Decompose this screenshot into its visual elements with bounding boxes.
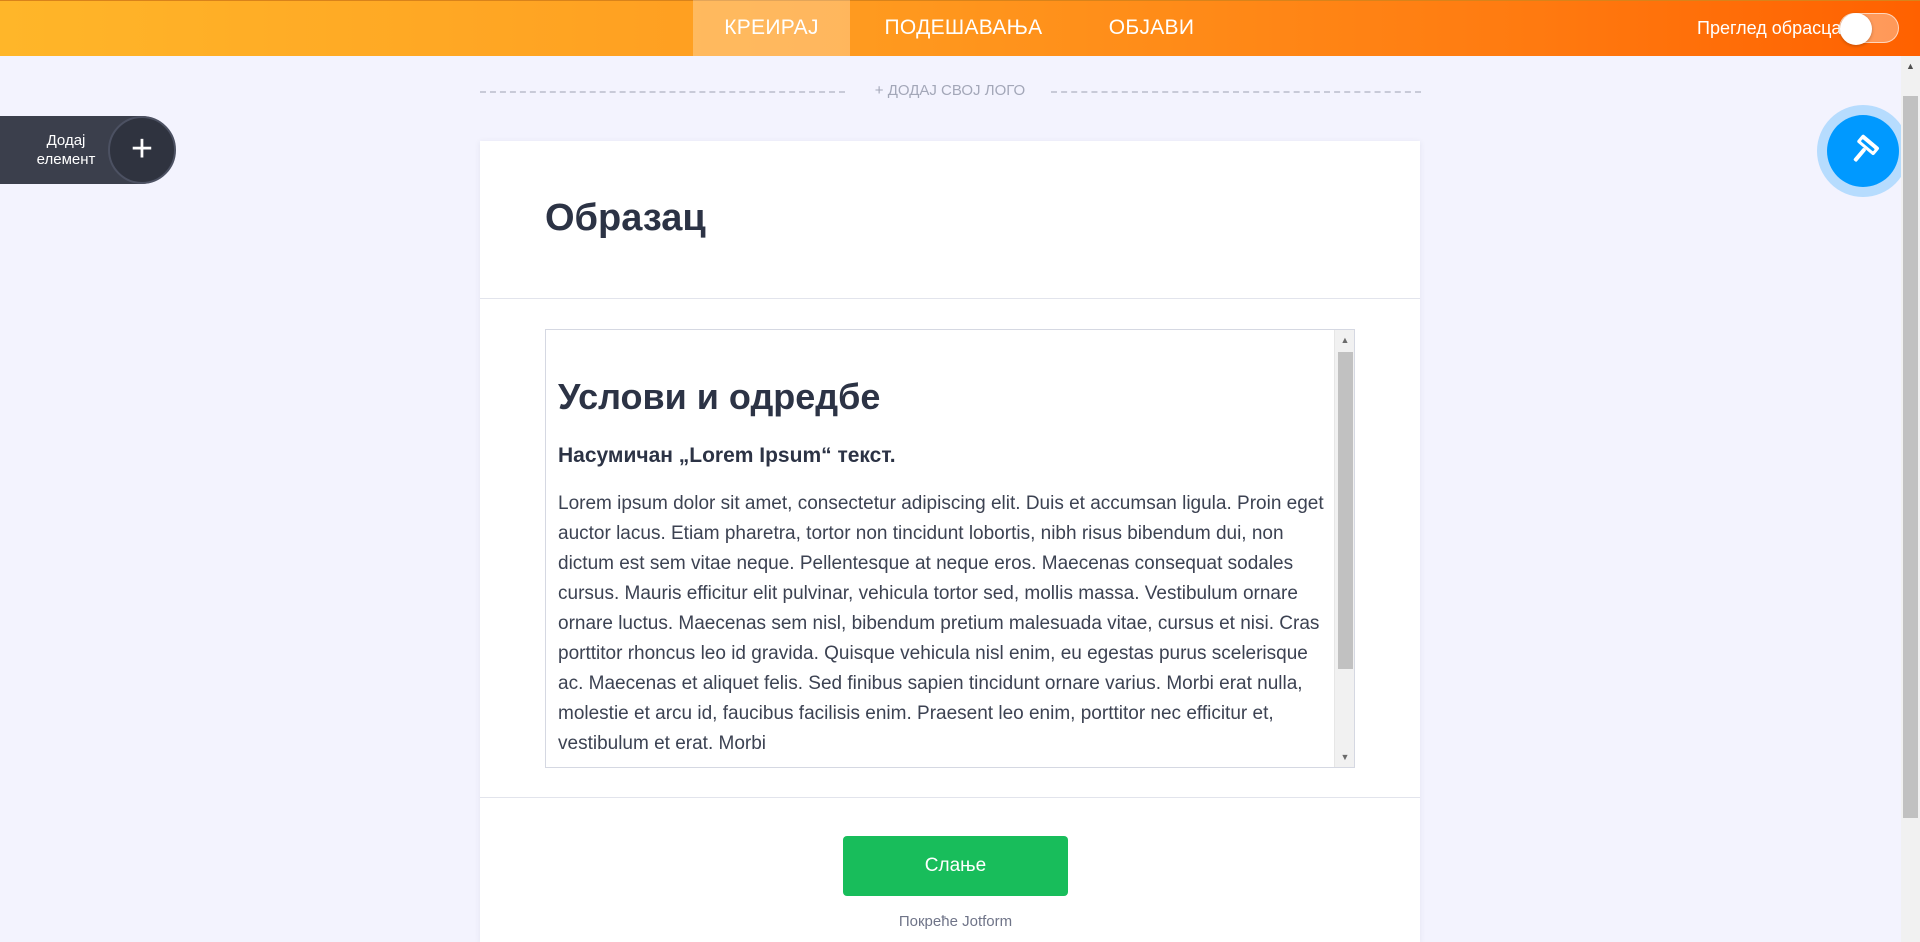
form-title[interactable]: Образац <box>545 197 706 240</box>
form-preview-toggle[interactable] <box>1839 13 1899 45</box>
divider <box>480 797 1420 798</box>
form-designer-button[interactable] <box>1817 105 1909 197</box>
powered-by-text[interactable]: Покреће Jotform <box>843 913 1068 930</box>
terms-content: Услови и одредбе Насумичан „Lorem Ipsum“… <box>558 376 1326 759</box>
add-element-label: Додај елемент <box>36 132 96 168</box>
toggle-knob <box>1840 13 1872 45</box>
terms-and-conditions-box[interactable]: Услови и одредбе Насумичан „Lorem Ipsum“… <box>545 329 1355 768</box>
add-element-button[interactable]: Додај елемент + <box>0 116 176 184</box>
scroll-up-arrow-icon[interactable]: ▲ <box>1901 58 1920 75</box>
tab-publish[interactable]: ОБЈАВИ <box>1095 0 1208 56</box>
plus-icon[interactable]: + <box>108 116 176 184</box>
tab-settings[interactable]: ПОДЕШАВАЊА <box>871 0 1056 56</box>
paint-roller-icon <box>1827 115 1899 187</box>
logo-divider-left <box>480 91 845 93</box>
terms-paragraph: Lorem ipsum dolor sit amet, consectetur … <box>558 493 1324 754</box>
top-navigation-bar: КРЕИРАЈ ПОДЕШАВАЊА ОБЈАВИ Преглед обрасц… <box>0 0 1920 56</box>
divider <box>480 298 1420 299</box>
logo-divider-right <box>1051 91 1421 93</box>
scroll-down-arrow-icon[interactable]: ▼ <box>1335 748 1354 766</box>
add-logo-link[interactable]: + ДОДАЈ СВОЈ ЛОГО <box>852 82 1048 99</box>
page-scrollbar[interactable]: ▲ <box>1901 56 1920 942</box>
tab-create[interactable]: КРЕИРАЈ <box>693 0 850 56</box>
scroll-up-arrow-icon[interactable]: ▲ <box>1335 331 1354 349</box>
form-card: Образац Услови и одредбе Насумичан „Lore… <box>480 141 1420 942</box>
terms-heading: Услови и одредбе <box>558 376 881 417</box>
page-scrollbar-thumb[interactable] <box>1903 96 1918 818</box>
submit-button[interactable]: Слање <box>843 836 1068 896</box>
terms-scrollbar[interactable]: ▲ ▼ <box>1334 330 1354 767</box>
terms-subheading: Насумичан „Lorem Ipsum“ текст. <box>558 444 896 467</box>
form-preview-label: Преглед обрасца <box>1697 18 1842 38</box>
scrollbar-thumb[interactable] <box>1338 352 1353 669</box>
